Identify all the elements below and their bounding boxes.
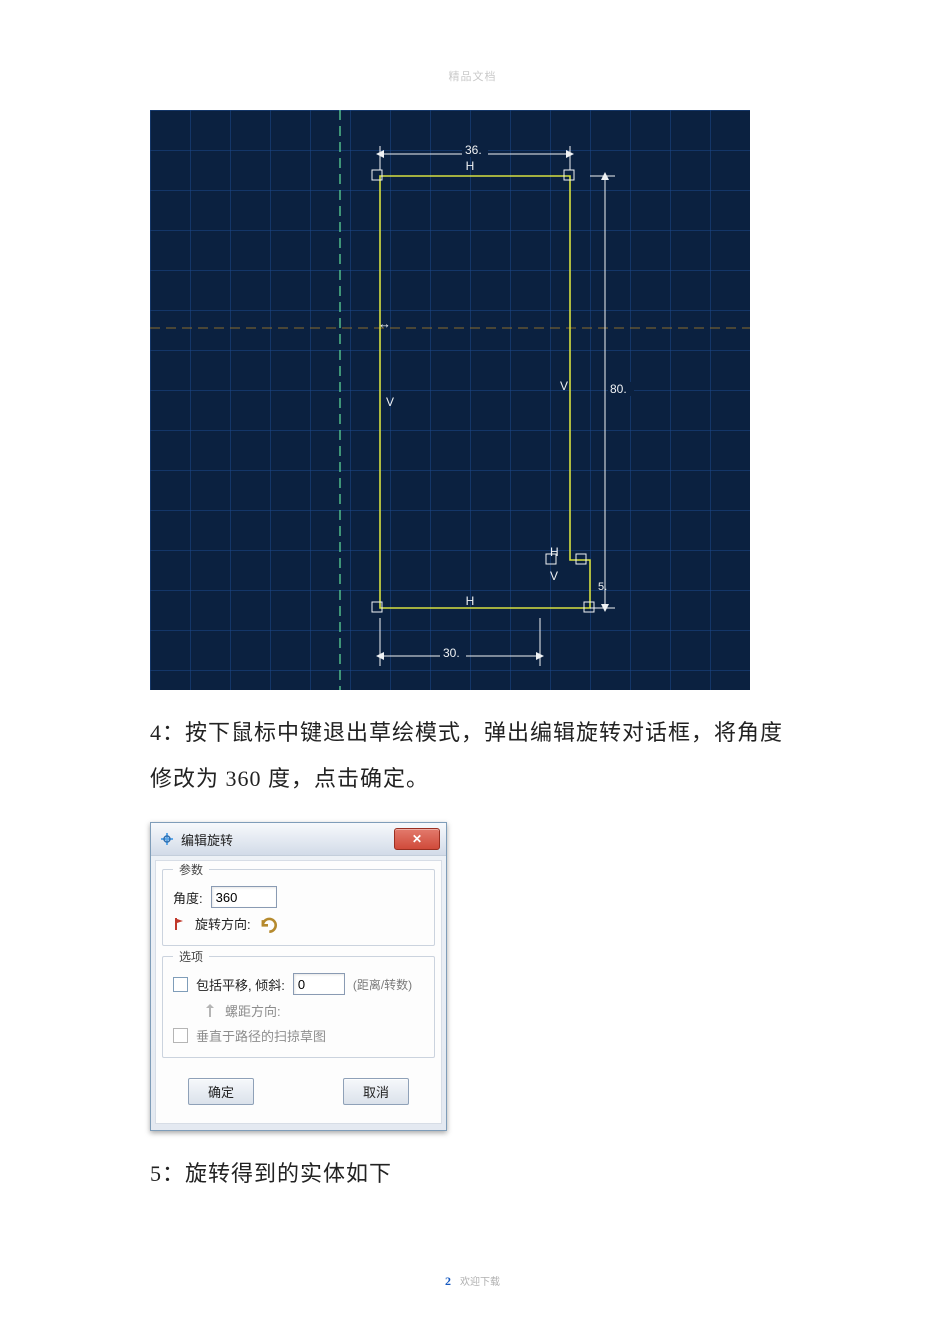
constraint-v3: V [550, 569, 558, 583]
constraint-h: H [466, 159, 475, 173]
close-button[interactable]: ✕ [394, 828, 440, 850]
group-options-label: 选项 [173, 948, 209, 965]
perpendicular-sweep-label: 垂直于路径的扫掠草图 [196, 1026, 326, 1045]
include-translate-checkbox[interactable] [173, 977, 188, 992]
dim-right: 80. [610, 382, 627, 396]
pitch-input[interactable] [293, 973, 345, 995]
dim-bottom: 30. [443, 646, 460, 660]
step5-paragraph: 5：旋转得到的实体如下 [150, 1151, 795, 1197]
pitch-direction-icon [203, 1004, 217, 1018]
cancel-button[interactable]: 取消 [343, 1078, 409, 1105]
pitch-unit: (距离/转数) [353, 976, 412, 993]
footer-text: 欢迎下载 [460, 1277, 500, 1288]
group-parameters-label: 参数 [173, 861, 209, 878]
page-footer: 2 欢迎下载 [445, 1273, 500, 1289]
perpendicular-sweep-checkbox [173, 1028, 188, 1043]
constraint-h2: H [550, 545, 559, 559]
cad-sketch-figure: ↔ H V V H H V 36. [150, 110, 750, 690]
rotate-arrow-icon[interactable] [259, 915, 277, 933]
step4-paragraph: 4：按下鼠标中键退出草绘模式，弹出编辑旋转对话框，将角度修改为 360 度，点击… [150, 710, 795, 802]
dim-step: 5. [598, 581, 607, 593]
angle-input[interactable] [211, 886, 277, 908]
close-icon: ✕ [412, 832, 422, 846]
ok-button-label: 确定 [208, 1082, 234, 1101]
dim-top: 36. [465, 143, 482, 157]
watermark-text: 精品文档 [449, 68, 497, 84]
pitch-direction-label: 螺距方向: [225, 1001, 281, 1020]
revolve-dialog: 编辑旋转 ✕ 参数 角度: [150, 822, 447, 1131]
constraint-v2: V [560, 379, 568, 393]
include-translate-label: 包括平移, 倾斜: [196, 975, 285, 994]
cad-sketch-svg: ↔ H V V H H V 36. [150, 110, 750, 690]
angle-label: 角度: [173, 888, 203, 907]
page-number: 2 [445, 1274, 451, 1288]
constraint-h3: H [466, 594, 475, 608]
dialog-title-text: 编辑旋转 [181, 830, 233, 849]
dialog-titlebar[interactable]: 编辑旋转 ✕ [151, 823, 446, 856]
flag-icon [173, 917, 187, 931]
constraint-v: V [386, 395, 394, 409]
rotation-direction-label: 旋转方向: [195, 914, 251, 933]
group-options: 选项 包括平移, 倾斜: (距离/转数) 螺距方向: [162, 956, 435, 1058]
cancel-button-label: 取消 [363, 1082, 389, 1101]
revolve-icon [159, 831, 175, 847]
group-parameters: 参数 角度: 旋转方向: [162, 869, 435, 946]
svg-text:↔: ↔ [378, 316, 391, 331]
ok-button[interactable]: 确定 [188, 1078, 254, 1105]
